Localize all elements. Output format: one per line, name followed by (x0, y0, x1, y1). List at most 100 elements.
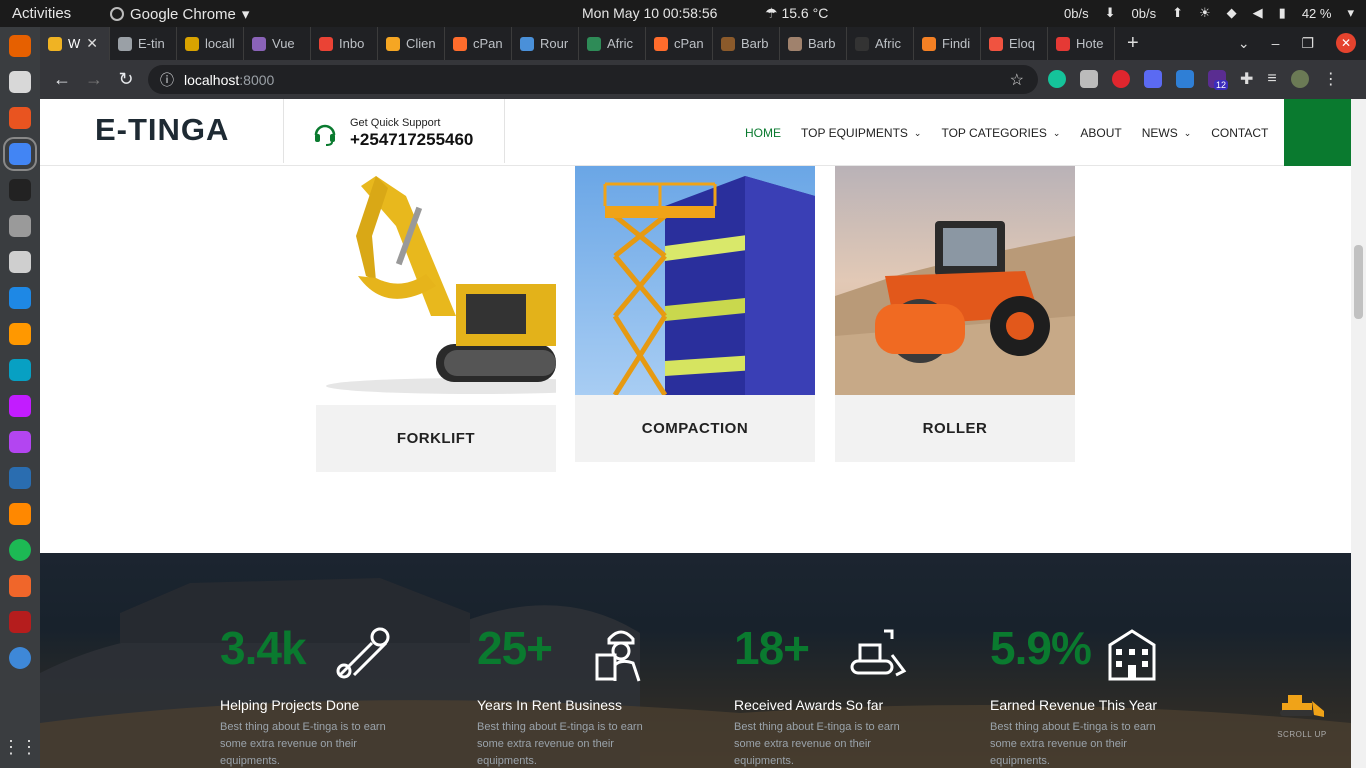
files-icon[interactable] (9, 71, 31, 93)
tab-favicon-icon (721, 36, 735, 51)
engineer-icon (595, 630, 641, 682)
zoom-icon[interactable] (1144, 70, 1162, 88)
page-scrollbar[interactable] (1351, 99, 1366, 768)
browser-tab[interactable]: Barb (780, 27, 847, 60)
reading-list-icon[interactable]: ≡ (1267, 70, 1276, 88)
category-name[interactable]: FORKLIFT (316, 405, 556, 472)
scroll-up-label: SCROLL UP (1277, 730, 1327, 739)
tab-search-icon[interactable]: ⌄ (1238, 35, 1250, 52)
browser-tab[interactable]: Vue (244, 27, 311, 60)
site-logo[interactable]: E-TINGA (95, 112, 229, 148)
stat-title: Years In Rent Business (477, 697, 623, 713)
maximize-button[interactable]: ❐ (1301, 35, 1314, 52)
tab-favicon-icon (788, 36, 802, 51)
stat-item: 5.9% Earned Revenue This Year Best thing a… (990, 625, 1220, 767)
nav-label: CONTACT (1211, 126, 1269, 140)
disk-icon[interactable] (9, 215, 31, 237)
nav-label: HOME (745, 126, 781, 140)
browser-tab[interactable]: E-tin (110, 27, 177, 60)
browser-tab[interactable]: Eloq (981, 27, 1048, 60)
thunderbird-icon[interactable] (9, 467, 31, 489)
tab-title: cPan (473, 36, 503, 51)
arrow-up-icon: ⬆ (1172, 5, 1184, 20)
browser-tab[interactable]: cPan (445, 27, 512, 60)
clock[interactable]: Mon May 10 00:58:56 (582, 5, 717, 21)
show-apps-icon[interactable]: ⋮⋮ (2, 737, 38, 758)
tab-title: Barb (808, 36, 836, 51)
terminal-icon[interactable] (9, 179, 31, 201)
scroll-up-button[interactable]: SCROLL UP (1272, 693, 1332, 739)
browser-tab[interactable]: Rour (512, 27, 579, 60)
webstorm-icon[interactable] (9, 359, 31, 381)
nav-label: TOP CATEGORIES (941, 126, 1047, 140)
close-tab-icon[interactable]: ✕ (86, 35, 98, 52)
forward-button[interactable]: → (78, 69, 110, 90)
software-center-icon[interactable] (9, 107, 31, 129)
support-phone[interactable]: +254717255460 (350, 130, 473, 150)
temperature: 15.6 °C (781, 5, 829, 21)
bookmark-star-icon[interactable]: ☆ (1010, 70, 1024, 90)
chrome-menu-icon[interactable]: ⋮ (1323, 69, 1339, 89)
reload-button[interactable]: ↻ (110, 69, 142, 90)
browser-tab[interactable]: locall (177, 27, 244, 60)
spotify-icon[interactable] (9, 539, 31, 561)
sublime-icon[interactable] (9, 323, 31, 345)
vlc-icon[interactable] (9, 503, 31, 525)
back-button[interactable]: ← (46, 69, 78, 90)
filezilla-icon[interactable] (9, 611, 31, 633)
postman-icon[interactable] (9, 575, 31, 597)
vscode-icon[interactable] (9, 287, 31, 309)
settings-icon[interactable] (9, 251, 31, 273)
browser-tab[interactable]: Findi (914, 27, 981, 60)
category-name[interactable]: ROLLER (835, 395, 1075, 462)
profile-avatar[interactable] (1290, 70, 1309, 88)
nav-item[interactable]: CONTACT (1211, 126, 1268, 140)
nav-item[interactable]: TOP CATEGORIES ⌄ (941, 126, 1060, 140)
site-info-icon[interactable]: ⓘ (160, 70, 174, 90)
adblock-plus-icon[interactable] (1112, 70, 1130, 88)
browser-tab[interactable]: Hote (1048, 27, 1115, 60)
tab-favicon-icon (319, 36, 333, 51)
url-host: localhost (184, 71, 240, 88)
badge-extension-icon[interactable]: 12 (1208, 70, 1229, 90)
browser-tab[interactable]: Barb (713, 27, 780, 60)
browser-tab[interactable]: Clien (378, 27, 445, 60)
nav-item[interactable]: HOME (745, 126, 781, 140)
firefox-icon[interactable] (9, 35, 31, 57)
fi-extension-icon[interactable] (1176, 70, 1194, 88)
intellij-icon[interactable] (9, 395, 31, 417)
nav-item[interactable]: NEWS ⌄ (1142, 126, 1192, 140)
tab-title: W (68, 36, 81, 51)
chrome-dock-icon[interactable] (3, 137, 37, 171)
app-menu[interactable]: Google Chrome ▾ (110, 5, 249, 23)
tab-favicon-icon (453, 36, 467, 51)
address-bar[interactable]: ⓘ localhost:8000 ☆ (148, 65, 1038, 94)
stat-item: 3.4k Helping Projects Done Best thing abou… (220, 625, 450, 767)
browser-tab[interactable]: cPan (646, 27, 713, 60)
phpstorm-icon[interactable] (9, 431, 31, 453)
category-name[interactable]: COMPACTION (575, 395, 815, 462)
weather-indicator[interactable]: ☂ 15.6 °C (765, 5, 828, 22)
scissor-lift-image (575, 166, 815, 395)
wifi-icon: ◆ (1226, 5, 1237, 20)
nav-item[interactable]: TOP EQUIPMENTS ⌄ (801, 126, 921, 140)
puzzle-icon[interactable]: ✚ (1240, 69, 1253, 89)
header-accent-block[interactable] (1284, 99, 1351, 166)
close-window-button[interactable]: ✕ (1336, 33, 1356, 53)
extension-icon[interactable] (1080, 70, 1098, 88)
nav-item[interactable]: ABOUT (1080, 126, 1121, 140)
qbittorrent-icon[interactable] (9, 647, 31, 669)
page-viewport: E-TINGA Get Quick Support +254717255460 … (40, 99, 1351, 768)
tabs: W ✕ E-tin locall Vue Inbo Clien cPan Rour Afric cP… (40, 27, 1115, 60)
browser-tab[interactable]: W ✕ (40, 27, 110, 60)
new-tab-button[interactable]: + (1127, 32, 1139, 55)
grammarly-icon[interactable] (1048, 70, 1066, 88)
browser-tab[interactable]: Afric (847, 27, 914, 60)
minimize-button[interactable]: – (1272, 35, 1280, 51)
browser-tab[interactable]: Inbo (311, 27, 378, 60)
system-tray[interactable]: 0b/s ⬇ 0b/s ⬆ ☀ ◆ ◀ ▮ 42 % ▾ (1064, 5, 1354, 21)
scrollbar-thumb[interactable] (1354, 245, 1363, 319)
activities-button[interactable]: Activities (12, 5, 71, 22)
battery-level: 42 % (1301, 5, 1332, 21)
browser-tab[interactable]: Afric (579, 27, 646, 60)
